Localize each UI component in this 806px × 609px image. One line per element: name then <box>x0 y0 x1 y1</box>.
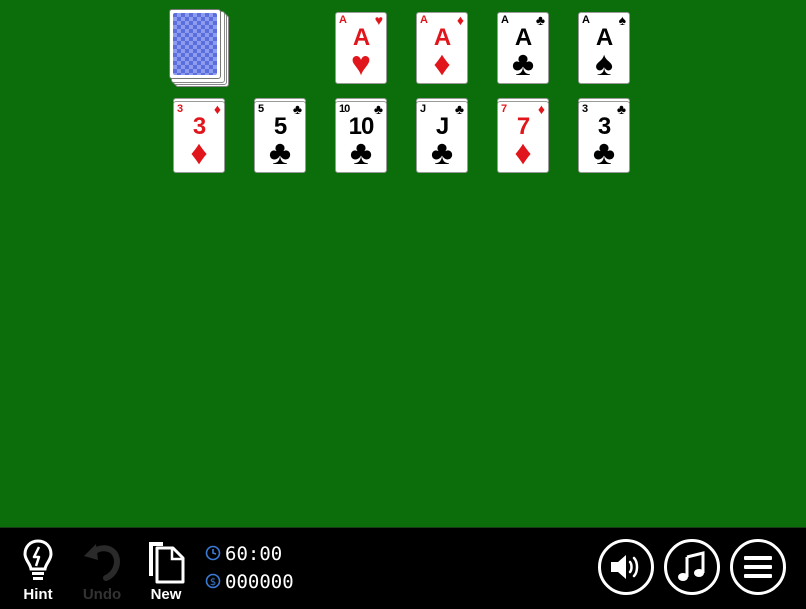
club-icon: ♣ <box>268 134 292 172</box>
new-game-button[interactable]: New <box>140 538 192 603</box>
diamond-icon: ♦ <box>514 134 532 172</box>
stock-pile[interactable] <box>169 9 229 87</box>
new-label: New <box>150 586 182 603</box>
sound-button[interactable] <box>598 539 654 595</box>
club-icon: ♣ <box>349 134 373 172</box>
diamond-icon: ♦ <box>433 45 451 83</box>
tableau-card-6[interactable]: 3 ♣ 3 ♣ <box>578 101 630 173</box>
tableau-card-1[interactable]: 3 ♦ 3 ♦ <box>173 101 225 173</box>
foundation-spades[interactable]: A ♠ A ♠ <box>578 12 630 84</box>
hint-label: Hint <box>23 586 53 603</box>
bottom-toolbar: Hint Undo New 60:00 $ 000000 <box>0 527 806 609</box>
undo-icon <box>84 544 120 581</box>
new-deck-icon <box>149 542 185 584</box>
club-icon: ♣ <box>430 134 454 172</box>
tableau-card-5[interactable]: 7 ♦ 7 ♦ <box>497 101 549 173</box>
spade-icon: ♠ <box>594 45 614 83</box>
foundation-clubs[interactable]: A ♣ A ♣ <box>497 12 549 84</box>
diamond-icon: ♦ <box>190 134 208 172</box>
tableau-card-4[interactable]: J ♣ J ♣ <box>416 101 468 173</box>
club-icon: ♣ <box>592 134 616 172</box>
hamburger-menu-icon <box>744 556 772 578</box>
timer-value: 60:00 <box>225 543 283 565</box>
lightbulb-icon <box>23 539 53 580</box>
club-icon: ♣ <box>511 45 535 83</box>
tableau-card-2[interactable]: 5 ♣ 5 ♣ <box>254 101 306 173</box>
dollar-icon: $ <box>205 573 221 589</box>
speaker-icon <box>611 555 639 579</box>
foundation-hearts[interactable]: A ♥ A ♥ <box>335 12 387 84</box>
music-note-icon <box>678 551 705 581</box>
clock-icon <box>205 545 221 561</box>
undo-button[interactable]: Undo <box>76 538 128 603</box>
foundation-diamonds[interactable]: A ♦ A ♦ <box>416 12 468 84</box>
menu-button[interactable] <box>730 539 786 595</box>
stock-card-back[interactable] <box>169 9 221 79</box>
svg-text:$: $ <box>210 577 216 588</box>
undo-label: Undo <box>82 586 122 603</box>
game-table: A ♥ A ♥ A ♦ A ♦ A ♣ A ♣ A ♠ A ♠ 3 ♦ 3 ♦ … <box>0 0 806 527</box>
hint-button[interactable]: Hint <box>12 538 64 603</box>
heart-icon: ♥ <box>350 45 372 83</box>
tableau-card-3[interactable]: 10 ♣ 10 ♣ <box>335 101 387 173</box>
music-button[interactable] <box>664 539 720 595</box>
score-value: 000000 <box>225 571 294 593</box>
